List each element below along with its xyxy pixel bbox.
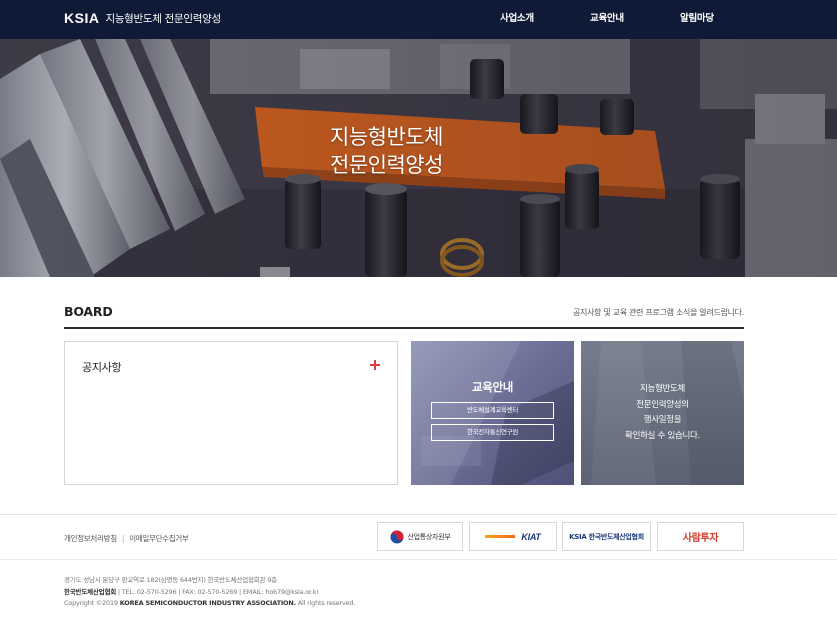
footer-info: 경기도 성남시 분당구 판교역로 182(삼평동 644번지) 한국반도체산업협…	[64, 575, 355, 610]
partner-motie[interactable]: 산업통상자원부	[377, 522, 463, 551]
nav-item-notice[interactable]: 알림마당	[680, 10, 714, 24]
footer-org: 한국반도체산업협회	[64, 587, 117, 596]
kiat-stripe-icon	[485, 535, 516, 538]
footer-contact: TEL: 02-570-5296 | FAX: 02-570-5269 | EM…	[121, 587, 319, 596]
partner-people-invest-label: 사람투자	[682, 533, 719, 544]
site-header: KSIA 지능형반도체 전문인력양성 사업소개 교육안내 알림마당	[0, 0, 837, 39]
footer-address: 경기도 성남시 분당구 판교역로 182(삼평동 644번지) 한국반도체산업협…	[64, 576, 277, 584]
event-line3: 행사일정을	[643, 415, 682, 425]
hero-title: 지능형반도체 전문인력양성	[330, 123, 443, 179]
partner-motie-label: 산업통상자원부	[407, 532, 451, 541]
nav-item-business[interactable]: 사업소개	[500, 10, 534, 24]
hero-title-line2: 전문인력양성	[330, 153, 443, 177]
event-line2: 전문인력양성의	[636, 399, 689, 410]
partner-kiat-label: KIAT	[521, 531, 541, 542]
notice-panel: 공지사항	[64, 341, 398, 485]
plus-icon[interactable]	[368, 358, 382, 372]
copyright-org: KOREA SEMICONDUCTOR INDUSTRY ASSOCIATION…	[119, 599, 296, 607]
event-line1: 지능형반도체	[639, 384, 686, 394]
event-line4: 확인하실 수 있습니다.	[625, 430, 700, 441]
edu-center-button[interactable]: 반도체설계교육센터	[431, 402, 554, 419]
board-title: BOARD	[64, 304, 113, 319]
footer-divider-mid	[0, 559, 837, 560]
main-nav: 사업소개 교육안내 알림마당	[0, 10, 837, 26]
footer-contact-row: 한국반도체산업협회 | TEL: 02-570-5296 | FAX: 02-5…	[64, 587, 355, 599]
event-panel[interactable]: 지능형반도체 전문인력양성의 행사일정을 확인하실 수 있습니다.	[581, 341, 744, 485]
etri-button[interactable]: 한국전자통신연구원	[431, 424, 554, 441]
taegeuk-icon	[390, 530, 403, 543]
footer-copyright: Copyright ©2019 KOREA SEMICONDUCTOR INDU…	[64, 598, 355, 610]
hero-title-line1: 지능형반도체	[330, 125, 443, 149]
board-description: 공지사항 및 교육 관련 프로그램 소식을 알려드립니다.	[572, 308, 744, 317]
copyright-suffix: All rights reserved.	[297, 599, 356, 607]
event-text: 지능형반도체 전문인력양성의 행사일정을 확인하실 수 있습니다.	[581, 382, 744, 444]
partner-ksia-label: KSIA 한국반도체산업협회	[569, 532, 644, 541]
hero-banner: 지능형반도체 전문인력양성	[0, 39, 837, 277]
notice-title: 공지사항	[82, 361, 122, 374]
partner-people-invest[interactable]: 사람투자	[657, 522, 744, 551]
partner-logos: 산업통상자원부 KIAT KSIA 한국반도체산업협회 사람투자	[0, 522, 837, 551]
nav-item-education[interactable]: 교육안내	[590, 10, 624, 24]
footer-divider-top	[0, 514, 837, 515]
partner-kiat[interactable]: KIAT	[469, 522, 557, 551]
board-divider	[64, 327, 744, 329]
copyright-prefix: Copyright ©2019	[64, 599, 118, 607]
education-title: 교육안내	[471, 380, 514, 394]
education-panel[interactable]: 교육안내 반도체설계교육센터 한국전자통신연구원	[411, 341, 574, 485]
partner-ksia[interactable]: KSIA 한국반도체산업협회	[562, 522, 651, 551]
